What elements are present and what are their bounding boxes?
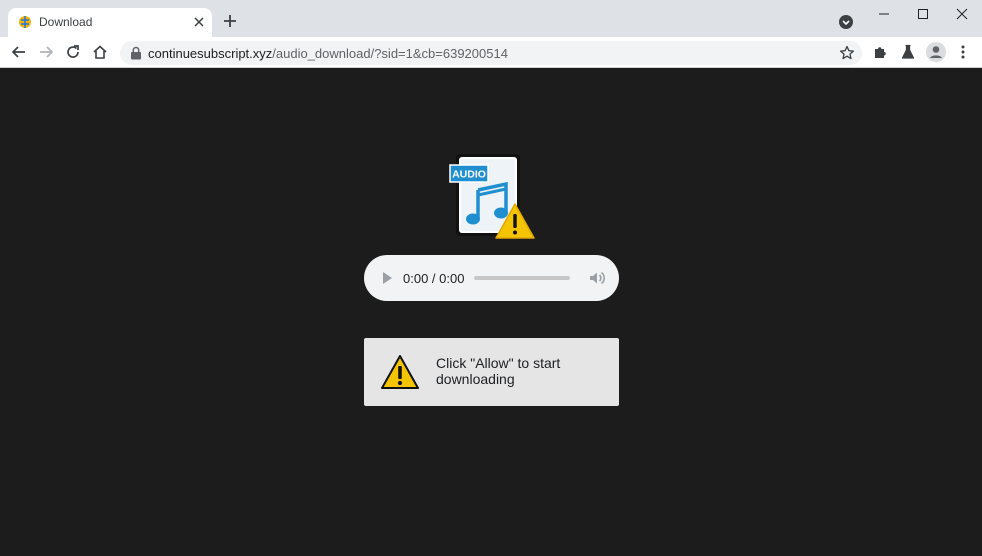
volume-icon[interactable] [588, 269, 606, 287]
globe-favicon-icon [19, 16, 31, 28]
maximize-icon[interactable] [908, 4, 938, 24]
back-arrow-icon[interactable] [11, 44, 27, 60]
tab-title: Download [39, 15, 93, 29]
url-domain: continuesubscript.xyz [148, 46, 273, 61]
page-content: AUDIO 0:00 / 0:00 Click "Allow" to start… [0, 68, 982, 556]
lock-icon[interactable] [130, 46, 142, 60]
window-close-icon[interactable] [947, 4, 977, 24]
forward-arrow-icon[interactable] [38, 44, 54, 60]
warning-icon [381, 355, 419, 389]
audio-file-warning-icon: AUDIO [449, 154, 535, 239]
player-progress-bar[interactable] [474, 276, 570, 280]
url-text[interactable]: continuesubscript.xyz/audio_download/?si… [148, 46, 508, 61]
plus-icon[interactable] [222, 13, 238, 29]
tab-search-icon[interactable] [838, 14, 854, 30]
play-icon[interactable] [380, 269, 394, 287]
allow-notice-box: Click "Allow" to start downloading [364, 338, 619, 406]
avatar-icon[interactable] [926, 42, 946, 62]
minimize-icon[interactable] [869, 4, 899, 24]
flask-icon[interactable] [900, 44, 916, 60]
home-icon[interactable] [92, 44, 108, 60]
player-time: 0:00 / 0:00 [403, 271, 465, 286]
tab-strip: Download [0, 0, 982, 37]
audio-player[interactable]: 0:00 / 0:00 [364, 255, 619, 301]
browser-toolbar: continuesubscript.xyz/audio_download/?si… [0, 37, 982, 68]
kebab-menu-icon[interactable] [955, 44, 971, 60]
notice-text: Click "Allow" to start downloading [436, 355, 561, 387]
close-icon[interactable] [191, 14, 207, 30]
tab-download[interactable]: Download [8, 8, 212, 37]
puzzle-icon[interactable] [873, 44, 889, 60]
reload-icon[interactable] [65, 44, 81, 60]
audio-badge-label: AUDIO [452, 169, 486, 181]
url-path: /audio_download/?sid=1&cb=639200514 [272, 46, 508, 61]
address-bar[interactable]: continuesubscript.xyz/audio_download/?si… [120, 41, 862, 65]
star-icon[interactable] [839, 45, 855, 61]
